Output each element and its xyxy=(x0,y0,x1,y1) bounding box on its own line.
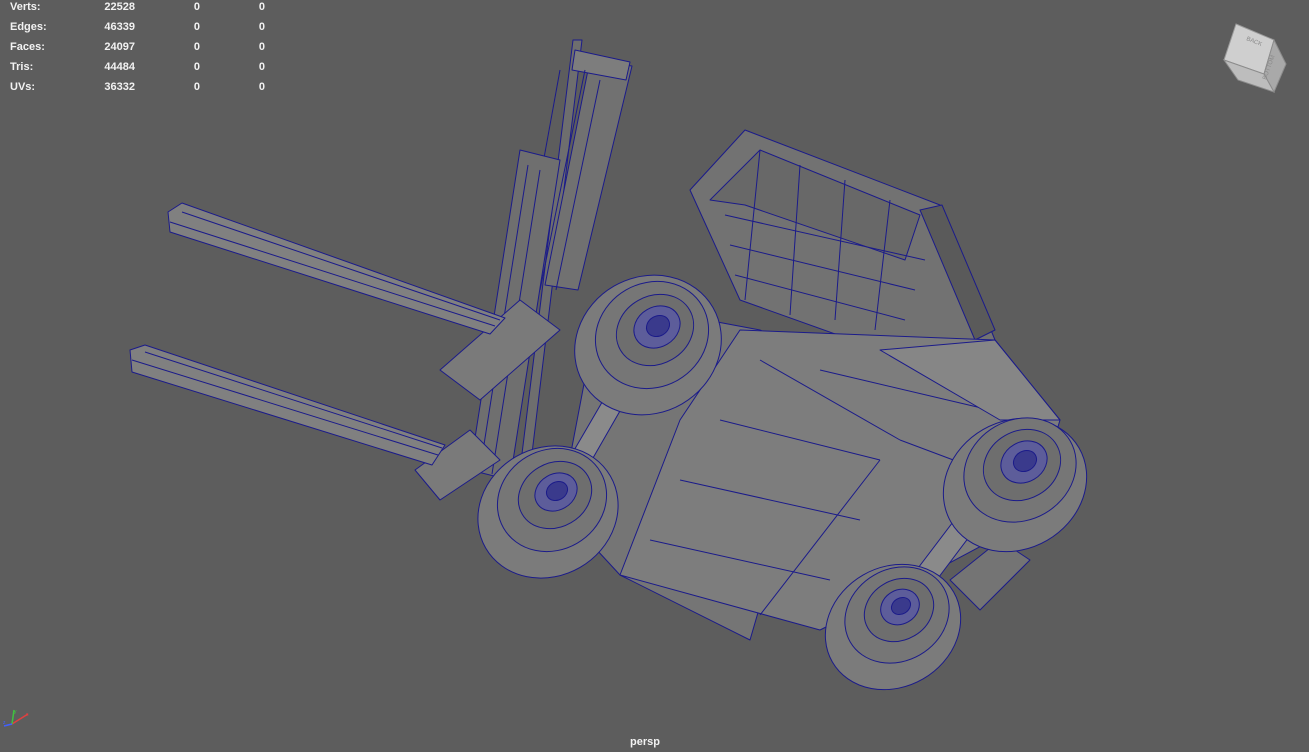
fork-upper xyxy=(167,202,506,335)
hud-row-value: 0 xyxy=(193,61,200,73)
hud-row-value: 0 xyxy=(193,81,200,93)
hud-row-value: 0 xyxy=(193,21,200,33)
hud-row-value: 0 xyxy=(258,21,265,33)
hud-row-value: 22528 xyxy=(104,1,135,13)
hud-row-label: Edges: xyxy=(10,21,47,33)
fork-lower xyxy=(129,344,446,466)
hud-row-value: 0 xyxy=(258,41,265,53)
hud-row-value: 0 xyxy=(258,81,265,93)
view-cube-icon[interactable]: BACK BOTTOM xyxy=(1216,18,1290,98)
hud-row-value: 0 xyxy=(258,61,265,73)
axis-x-label: x xyxy=(26,712,29,718)
hud-row-value: 24097 xyxy=(104,41,135,53)
hud-row-value: 0 xyxy=(258,1,265,13)
axis-gizmo-icon: x y z xyxy=(3,709,29,727)
forklift-mesh[interactable] xyxy=(0,0,1309,752)
hud-row-label: Verts: xyxy=(10,1,41,13)
camera-name-label: persp xyxy=(630,736,660,748)
axis-y-label: y xyxy=(14,709,17,715)
hud-row-label: Faces: xyxy=(10,41,45,53)
hud-row-value: 44484 xyxy=(104,61,135,73)
hud-row-value: 36332 xyxy=(104,81,135,93)
hud-row-label: Tris: xyxy=(10,61,34,73)
hud-row-label: UVs: xyxy=(10,81,36,93)
hud-row-value: 0 xyxy=(193,1,200,13)
hud-row-value: 0 xyxy=(193,41,200,53)
hud-row-value: 46339 xyxy=(104,21,135,33)
perspective-viewport[interactable]: Verts: 22528 0 0 Edges: 46339 0 0 Faces: 24097 0 0 T… xyxy=(0,0,1309,752)
